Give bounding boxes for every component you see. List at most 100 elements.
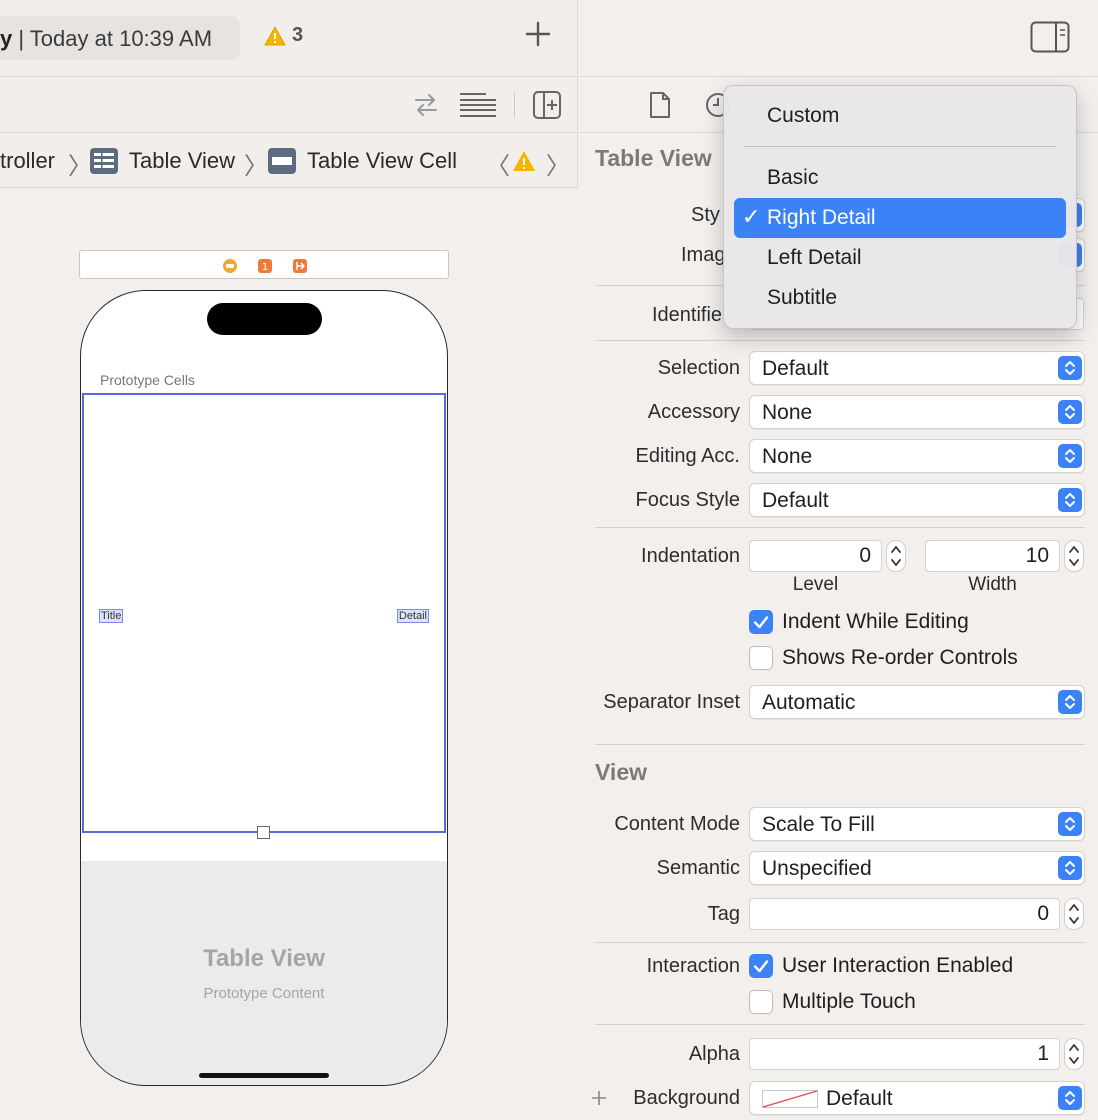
chevron-updown-icon	[1058, 400, 1082, 424]
crumb-label: Table View	[129, 148, 235, 173]
editing-acc-value: None	[762, 445, 813, 468]
first-responder-icon[interactable]: 1	[257, 258, 273, 274]
cell-title-label[interactable]: Title	[99, 609, 124, 623]
alpha-value: 1	[1037, 1042, 1049, 1065]
chevron-updown-icon	[1058, 690, 1082, 714]
menu-item-right-detail[interactable]: ✓ Right Detail	[734, 198, 1066, 238]
checkbox-label: Shows Re-order Controls	[782, 646, 1018, 669]
checkbox-unchecked-icon	[749, 646, 773, 670]
separator-inset-label: Separator Inset	[603, 691, 740, 713]
semantic-popup[interactable]: Unspecified	[749, 851, 1085, 885]
divider	[595, 340, 1085, 341]
accessory-popup[interactable]: None	[749, 395, 1085, 429]
prototype-cells-label: Prototype Cells	[100, 372, 195, 388]
tag-stepper[interactable]	[1064, 898, 1084, 930]
crumb-view-controller[interactable]: troller	[0, 148, 55, 174]
color-swatch-none-icon	[762, 1090, 818, 1108]
menu-item-subtitle[interactable]: Subtitle	[734, 278, 1066, 318]
warning-icon[interactable]	[512, 150, 536, 172]
editing-acc-label: Editing Acc.	[635, 445, 740, 467]
indent-width-field[interactable]: 10	[925, 540, 1060, 572]
separator-inset-value: Automatic	[762, 691, 856, 714]
indent-level-field[interactable]: 0	[749, 540, 882, 572]
indent-width-value: 10	[1025, 544, 1049, 567]
style-label: Sty	[691, 204, 720, 226]
checkbox-label: Multiple Touch	[782, 990, 916, 1013]
crumb-label: Table View Cell	[307, 148, 458, 173]
table-view-cell[interactable]: Title Detail	[82, 393, 446, 833]
inspector-top-bar	[579, 0, 1098, 77]
swap-icon[interactable]	[412, 90, 440, 125]
indent-while-editing-checkbox[interactable]: Indent While Editing	[749, 610, 969, 634]
view-controller-icon[interactable]	[222, 258, 238, 274]
tag-field[interactable]: 0	[749, 898, 1060, 930]
image-label: Imag	[681, 244, 726, 266]
menu-item-basic[interactable]: Basic	[734, 158, 1066, 198]
menu-item-custom[interactable]: Custom	[734, 96, 1066, 136]
warning-icon	[264, 26, 286, 45]
divider	[595, 527, 1085, 528]
title-bar: y | Today at 10:39 AM 3	[0, 0, 578, 77]
checkbox-checked-icon	[749, 954, 773, 978]
focus-style-value: Default	[762, 489, 829, 512]
chevron-updown-icon	[1058, 856, 1082, 880]
activity-status: y | Today at 10:39 AM	[0, 16, 240, 60]
resize-handle[interactable]	[257, 826, 270, 839]
exit-icon[interactable]	[292, 258, 308, 274]
chevron-right-icon[interactable]: 〉	[546, 146, 570, 181]
checkmark-icon: ✓	[742, 204, 761, 229]
multiple-touch-checkbox[interactable]: Multiple Touch	[749, 990, 916, 1014]
shows-reorder-checkbox[interactable]: Shows Re-order Controls	[749, 646, 1018, 670]
chevron-updown-icon	[1058, 812, 1082, 836]
level-caption: Level	[792, 574, 839, 595]
identifier-label: Identifie	[652, 304, 723, 326]
editor-pane: y | Today at 10:39 AM 3 troller 〉 Table …	[0, 0, 578, 1120]
plus-icon[interactable]	[591, 1090, 607, 1106]
focus-style-popup[interactable]: Default	[749, 483, 1085, 517]
warnings-indicator[interactable]: 3	[264, 24, 303, 47]
crumb-label: troller	[0, 148, 56, 173]
alpha-field[interactable]: 1	[749, 1038, 1060, 1070]
separator-inset-popup[interactable]: Automatic	[749, 685, 1085, 719]
editor-toolbar	[0, 78, 578, 133]
section-title-table-view: Table View	[595, 145, 712, 171]
crumb-table-view-cell[interactable]: Table View Cell	[268, 148, 457, 174]
plus-icon[interactable]	[522, 20, 554, 56]
menu-item-label: Right Detail	[767, 206, 876, 229]
placeholder-subtitle: Prototype Content	[203, 985, 325, 1002]
chevron-updown-icon	[1058, 356, 1082, 380]
checkbox-checked-icon	[749, 610, 773, 634]
semantic-label: Semantic	[656, 857, 740, 879]
style-dropdown-menu: Custom Basic ✓ Right Detail Left Detail …	[723, 85, 1077, 329]
tag-value: 0	[1037, 902, 1049, 925]
menu-item-label: Subtitle	[767, 286, 838, 309]
background-popup[interactable]: Default	[749, 1081, 1085, 1115]
add-editor-icon[interactable]	[532, 90, 562, 125]
user-interaction-checkbox[interactable]: User Interaction Enabled	[749, 954, 1013, 978]
menu-item-label: Left Detail	[767, 246, 862, 269]
content-mode-popup[interactable]: Scale To Fill	[749, 807, 1085, 841]
home-indicator	[199, 1073, 329, 1078]
file-icon[interactable]	[649, 91, 671, 119]
menu-item-left-detail[interactable]: Left Detail	[734, 238, 1066, 278]
accessory-value: None	[762, 401, 813, 424]
indent-width-stepper[interactable]	[1064, 540, 1084, 572]
background-label: Background	[633, 1087, 740, 1109]
editor-lines-icon[interactable]	[458, 90, 498, 125]
chevron-updown-icon	[1058, 1086, 1082, 1110]
indent-level-stepper[interactable]	[886, 540, 906, 572]
alpha-stepper[interactable]	[1064, 1038, 1084, 1070]
scene-dock[interactable]: 1	[79, 250, 449, 279]
selection-popup[interactable]: Default	[749, 351, 1085, 385]
cell-detail-label[interactable]: Detail	[396, 609, 429, 623]
inspector-toggle-icon[interactable]	[1030, 21, 1070, 53]
crumb-table-view[interactable]: Table View	[90, 148, 235, 174]
chevron-left-icon[interactable]: 〈	[486, 146, 510, 181]
content-mode-label: Content Mode	[614, 813, 740, 835]
scheme-name: y	[0, 26, 13, 51]
background-value: Default	[826, 1087, 893, 1110]
svg-text:1: 1	[262, 262, 268, 273]
status-text: | Today at 10:39 AM	[18, 26, 213, 51]
editing-acc-popup[interactable]: None	[749, 439, 1085, 473]
placeholder-title: Table View	[203, 945, 325, 972]
